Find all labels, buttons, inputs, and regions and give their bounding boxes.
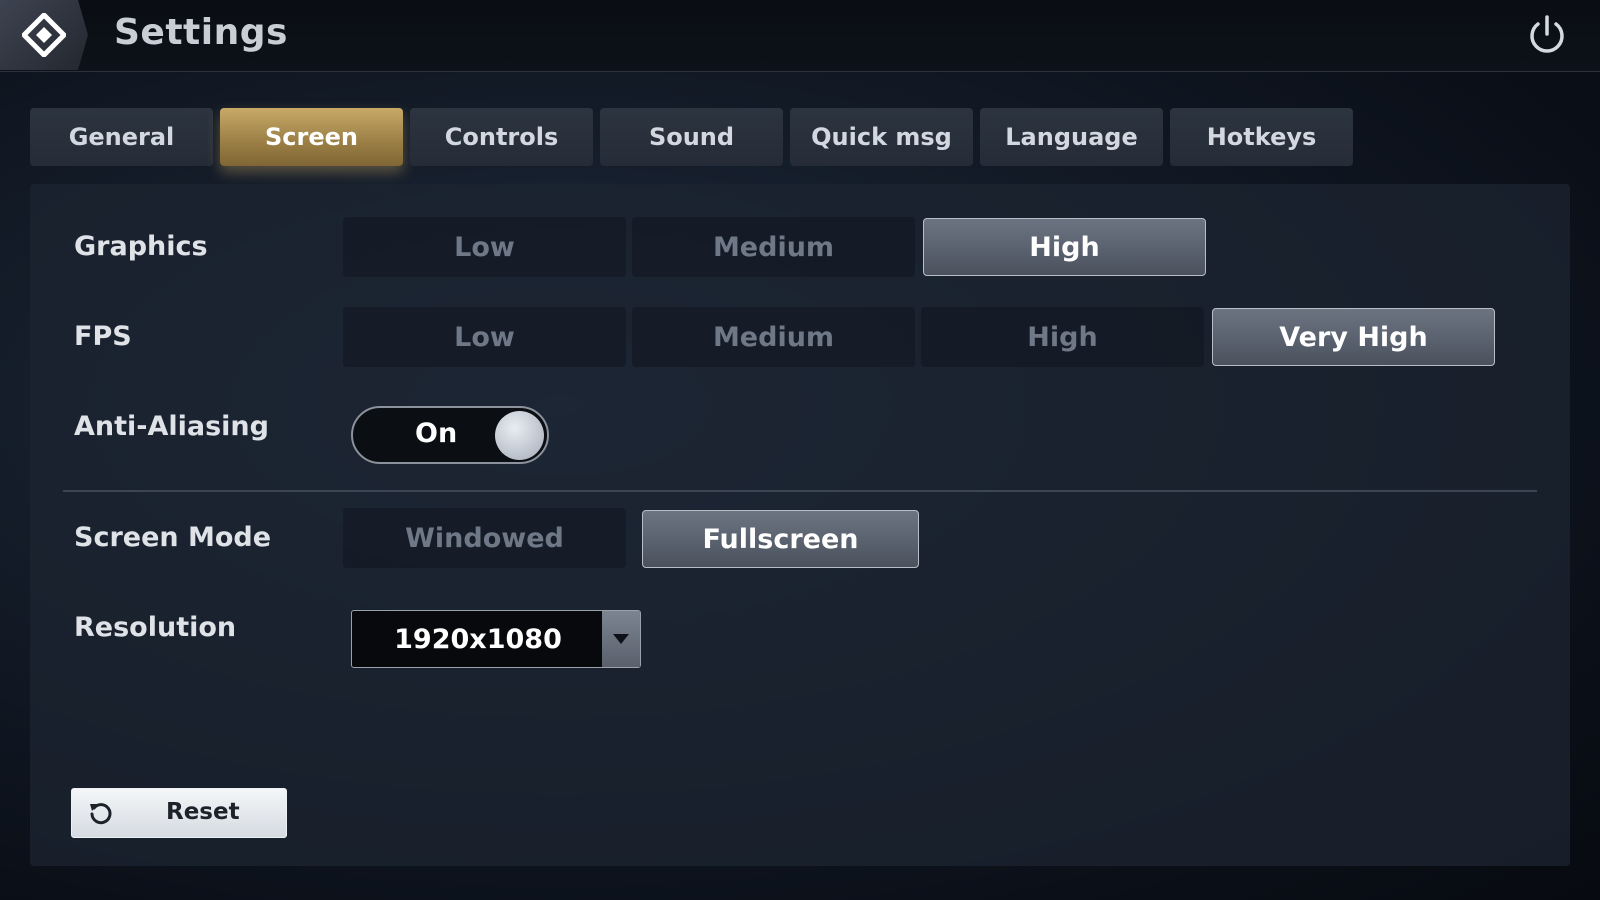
anti-aliasing-toggle[interactable]: On xyxy=(351,406,549,464)
settings-panel: Graphics Low Medium High FPS Low Medium … xyxy=(30,184,1570,866)
reset-label: Reset xyxy=(166,799,240,825)
refresh-icon xyxy=(90,803,112,825)
anti-aliasing-label: Anti-Aliasing xyxy=(74,411,269,442)
diamond-logo-icon xyxy=(22,13,66,57)
tab-general[interactable]: General xyxy=(30,108,213,166)
graphics-option-medium[interactable]: Medium xyxy=(632,217,915,277)
tab-language[interactable]: Language xyxy=(980,108,1163,166)
toggle-state-text: On xyxy=(415,418,458,449)
fps-option-very-high[interactable]: Very High xyxy=(1212,308,1495,366)
page-title: Settings xyxy=(114,12,288,53)
tab-hotkeys[interactable]: Hotkeys xyxy=(1170,108,1353,166)
screen-mode-option-windowed[interactable]: Windowed xyxy=(343,508,626,568)
tab-screen[interactable]: Screen xyxy=(220,108,403,166)
tab-quick-msg[interactable]: Quick msg xyxy=(790,108,973,166)
section-divider xyxy=(63,490,1537,492)
graphics-option-high[interactable]: High xyxy=(923,218,1206,276)
fps-option-high[interactable]: High xyxy=(921,307,1204,367)
tab-bar: General Screen Controls Sound Quick msg … xyxy=(30,108,1353,166)
tab-controls[interactable]: Controls xyxy=(410,108,593,166)
reset-button[interactable]: Reset xyxy=(71,788,287,838)
power-button[interactable] xyxy=(1524,12,1570,58)
fps-option-low[interactable]: Low xyxy=(343,307,626,367)
triangle-down-icon xyxy=(613,634,629,644)
resolution-value: 1920x1080 xyxy=(394,623,562,655)
fps-label: FPS xyxy=(74,321,132,352)
graphics-option-low[interactable]: Low xyxy=(343,217,626,277)
logo xyxy=(0,0,88,70)
resolution-dropdown[interactable]: 1920x1080 xyxy=(351,610,641,668)
power-icon xyxy=(1530,15,1564,53)
dropdown-arrow[interactable] xyxy=(602,611,640,667)
screen-mode-label: Screen Mode xyxy=(74,522,272,553)
tab-sound[interactable]: Sound xyxy=(600,108,783,166)
top-bar: Settings xyxy=(0,0,1600,72)
resolution-label: Resolution xyxy=(74,612,237,643)
screen-mode-option-fullscreen[interactable]: Fullscreen xyxy=(642,510,919,568)
fps-option-medium[interactable]: Medium xyxy=(632,307,915,367)
toggle-knob xyxy=(495,411,544,460)
graphics-label: Graphics xyxy=(74,231,208,262)
